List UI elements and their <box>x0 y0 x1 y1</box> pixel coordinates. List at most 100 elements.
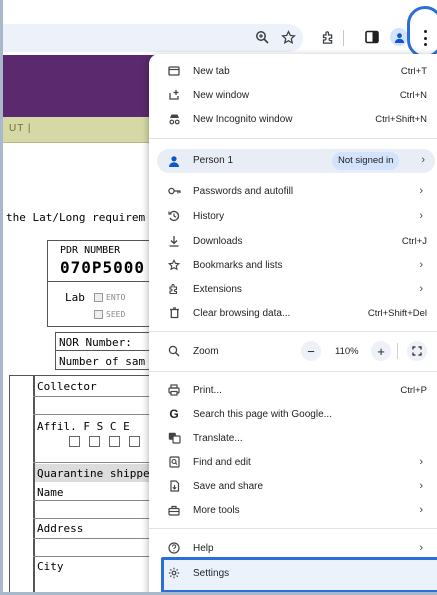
menu-item-label: Extensions <box>193 283 242 295</box>
zoom-level: 110% <box>335 346 359 357</box>
person-name: Person 1 <box>193 155 234 166</box>
trash-icon <box>167 306 181 320</box>
chevron-right-icon: › <box>419 283 423 295</box>
side-panel-icon[interactable] <box>361 26 383 48</box>
menu-separator <box>149 331 437 332</box>
menu-item-label: Passwords and autofill <box>193 185 294 197</box>
seed-label: SEED <box>106 310 126 319</box>
menu-item-save-share[interactable]: Save and share › <box>149 475 437 497</box>
menu-item-find-edit[interactable]: Find and edit › <box>149 451 437 473</box>
menu-item-label: New tab <box>193 65 230 77</box>
sign-in-status-badge[interactable]: Not signed in <box>332 152 400 170</box>
nor-label: NOR Number: <box>59 336 132 349</box>
person-icon <box>394 32 404 43</box>
fullscreen-icon[interactable] <box>407 341 427 361</box>
nav-fragment[interactable]: UT | <box>9 123 32 134</box>
new-tab-icon <box>167 64 181 78</box>
chevron-right-icon: › <box>419 504 423 516</box>
menu-button-highlight <box>407 6 437 58</box>
menu-item-label: Downloads <box>193 235 243 247</box>
affil-s-checkbox[interactable] <box>89 436 100 447</box>
find-icon <box>167 455 181 469</box>
browser-window: UT | the Lat/Long requirem PDR NUMBER 07… <box>0 0 437 595</box>
collector-label: Collector <box>37 380 97 393</box>
printer-icon <box>167 383 181 397</box>
menu-item-clear-data[interactable]: Clear browsing data... Ctrl+Shift+Del <box>149 302 437 324</box>
menu-item-help[interactable]: Help › <box>149 537 437 559</box>
zoom-icon <box>167 344 181 358</box>
menu-item-new-window[interactable]: New window Ctrl+N <box>149 84 437 106</box>
chevron-right-icon: › <box>419 480 423 492</box>
zoom-in-icon[interactable] <box>251 26 273 48</box>
chevron-right-icon: › <box>419 542 423 554</box>
menu-item-zoom: Zoom − 110% + <box>149 339 437 363</box>
help-icon <box>167 541 181 555</box>
menu-item-new-incognito[interactable]: New Incognito window Ctrl+Shift+N <box>149 108 437 130</box>
save-share-icon <box>167 479 181 493</box>
affil-f-checkbox[interactable] <box>69 436 80 447</box>
menu-separator <box>149 371 437 372</box>
menu-item-label: Find and edit <box>193 456 251 468</box>
menu-item-label: Print... <box>193 384 222 396</box>
seed-checkbox[interactable] <box>94 310 103 319</box>
menu-item-label: New window <box>193 89 250 101</box>
menu-item-label: Translate... <box>193 432 243 444</box>
chevron-right-icon: › <box>419 210 423 222</box>
translate-icon <box>167 431 181 445</box>
menu-item-label: Clear browsing data... <box>193 307 291 319</box>
menu-item-downloads[interactable]: Downloads Ctrl+J <box>149 230 437 252</box>
menu-item-label: Bookmarks and lists <box>193 259 283 271</box>
latlong-text: the Lat/Long requirem <box>6 211 146 224</box>
name-label: Name <box>37 486 64 499</box>
menu-item-label: Help <box>193 542 214 554</box>
menu-item-person[interactable]: Person 1 Not signed in › <box>157 149 435 173</box>
affil-c-checkbox[interactable] <box>109 436 120 447</box>
bookmark-star-icon[interactable] <box>277 26 299 48</box>
menu-item-shortcut: Ctrl+T <box>400 65 427 77</box>
address-label: Address <box>37 522 84 535</box>
toolbar-divider <box>343 30 344 46</box>
menu-item-bookmarks[interactable]: Bookmarks and lists › <box>149 254 437 276</box>
affil-checkboxes <box>69 436 140 447</box>
menu-item-label: More tools <box>193 504 240 516</box>
menu-item-print[interactable]: Print... Ctrl+P <box>149 379 437 401</box>
quarantine-label: Quarantine shipper <box>37 467 157 480</box>
puzzle-icon[interactable] <box>317 26 339 48</box>
menu-item-new-tab[interactable]: New tab Ctrl+T <box>149 60 437 82</box>
menu-item-shortcut: Ctrl+N <box>399 89 427 101</box>
zoom-divider <box>397 343 398 359</box>
chevron-right-icon: › <box>419 456 423 468</box>
num-samples-label: Number of sam <box>59 355 146 368</box>
chrome-menu: New tab Ctrl+T New window Ctrl+N New Inc… <box>149 54 437 592</box>
city-label: City <box>37 560 64 573</box>
chevron-right-icon: › <box>421 154 425 166</box>
menu-item-shortcut: Ctrl+Shift+Del <box>367 307 427 319</box>
zoom-out-button[interactable]: − <box>301 341 321 361</box>
profile-avatar[interactable] <box>390 28 408 46</box>
affil-label: Affil. F S C E <box>37 420 130 433</box>
menu-item-more-tools[interactable]: More tools › <box>149 499 437 521</box>
affil-e-checkbox[interactable] <box>129 436 140 447</box>
menu-item-label: New Incognito window <box>193 113 293 125</box>
menu-item-search-google[interactable]: G Search this page with Google... <box>149 403 437 425</box>
zoom-in-button[interactable]: + <box>371 341 391 361</box>
menu-item-shortcut: Ctrl+Shift+N <box>375 113 427 125</box>
star-icon <box>167 258 181 272</box>
menu-item-shortcut: Ctrl+P <box>400 384 427 396</box>
menu-item-shortcut: Ctrl+J <box>401 235 427 247</box>
pdr-number: 070P5000 <box>60 258 146 277</box>
history-icon <box>167 209 181 223</box>
puzzle-icon <box>167 282 181 296</box>
menu-item-extensions[interactable]: Extensions › <box>149 278 437 300</box>
menu-item-history[interactable]: History › <box>149 205 437 227</box>
lab-label: Lab <box>65 291 85 304</box>
toolbox-icon <box>167 503 181 517</box>
new-window-icon <box>167 88 181 102</box>
chevron-right-icon: › <box>419 259 423 271</box>
menu-item-translate[interactable]: Translate... <box>149 427 437 449</box>
chevron-right-icon: › <box>419 185 423 197</box>
menu-item-label: Search this page with Google... <box>193 408 332 420</box>
ento-checkbox[interactable] <box>94 293 103 302</box>
menu-item-label: Save and share <box>193 480 264 492</box>
menu-item-passwords[interactable]: Passwords and autofill › <box>149 180 437 202</box>
